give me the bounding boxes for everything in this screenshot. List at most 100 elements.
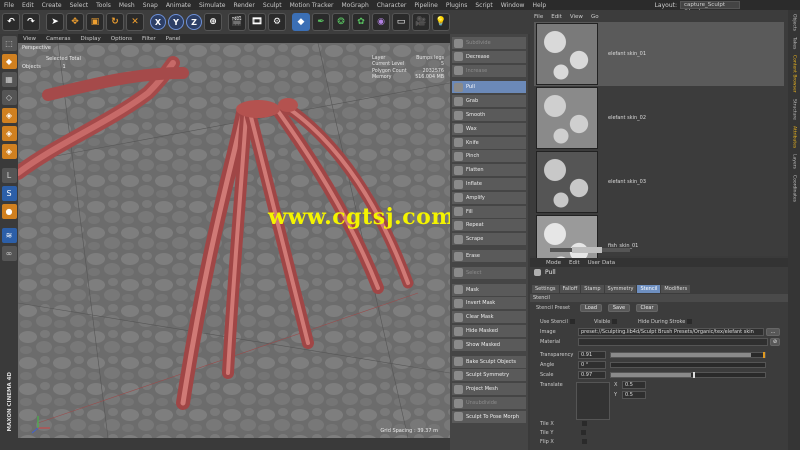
texture-thumbnail[interactable]: [536, 23, 598, 85]
brush-erase[interactable]: Erase: [452, 250, 526, 262]
viewport-menu-cameras[interactable]: Cameras: [41, 36, 75, 42]
tab-falloff[interactable]: Falloff: [559, 285, 581, 293]
brush-show-masked[interactable]: Show Masked: [452, 338, 526, 351]
menu-file[interactable]: File: [0, 2, 18, 9]
recent-tool-icon[interactable]: ✕: [126, 13, 144, 31]
menu-plugins[interactable]: Plugins: [442, 2, 472, 9]
locked-workplane-icon[interactable]: ●: [1, 204, 17, 219]
manager-tab-layers[interactable]: Layers: [792, 154, 797, 169]
workplane-icon[interactable]: ◇: [1, 90, 17, 105]
manager-tab-attributes[interactable]: Attributes: [792, 126, 797, 148]
menu-tools[interactable]: Tools: [92, 2, 115, 9]
subdivision-surface-icon[interactable]: ❂: [332, 13, 350, 31]
menu-create[interactable]: Create: [38, 2, 66, 9]
layers-icon[interactable]: ≋: [1, 228, 17, 243]
tile-y-checkbox[interactable]: Tile Y: [540, 430, 587, 436]
menu-snap[interactable]: Snap: [139, 2, 162, 9]
menu-pipeline[interactable]: Pipeline: [410, 2, 441, 9]
thumbnail-size-knob[interactable]: [572, 247, 602, 253]
brush-sculpt-to-pose-morph[interactable]: Sculpt To Pose Morph: [452, 410, 526, 423]
layout-dropdown[interactable]: capture_Sculpt (User): [680, 1, 740, 15]
render-view-icon[interactable]: 🎬: [228, 13, 246, 31]
axis-x-button[interactable]: X: [150, 14, 166, 30]
brush-sculpt-symmetry[interactable]: Sculpt Symmetry: [452, 369, 526, 382]
brush-decrease[interactable]: Decrease: [452, 50, 526, 63]
attribute-menu-edit[interactable]: Edit: [565, 260, 584, 266]
menu-animate[interactable]: Animate: [162, 2, 195, 9]
hide-during-stroke-checkbox[interactable]: Hide During Stroke: [638, 319, 693, 325]
brush-repeat[interactable]: Repeat: [452, 219, 526, 232]
content-browser-menu-edit[interactable]: Edit: [547, 14, 566, 20]
angle-field[interactable]: 0 °: [578, 361, 606, 369]
brush-hide-masked[interactable]: Hide Masked: [452, 325, 526, 337]
brush-project-mesh[interactable]: Project Mesh: [452, 383, 526, 396]
viewport-menu-display[interactable]: Display: [76, 36, 106, 42]
menu-character[interactable]: Character: [373, 2, 411, 9]
brush-inflate[interactable]: Inflate: [452, 178, 526, 190]
attribute-menu-user-data[interactable]: User Data: [584, 260, 619, 266]
manager-tab-structure[interactable]: Structure: [792, 99, 797, 120]
brush-scrape[interactable]: Scrape: [452, 233, 526, 246]
texture-item[interactable]: elefant skin_02: [534, 86, 784, 150]
brush-knife[interactable]: Knife: [452, 136, 526, 149]
texture-item[interactable]: elefant skin_03: [534, 150, 784, 214]
texture-thumbnail[interactable]: [536, 87, 598, 149]
coordinate-system-icon[interactable]: ⊕: [204, 13, 222, 31]
use-stencil-checkbox[interactable]: Use Stencil: [540, 319, 575, 325]
model-mode-icon[interactable]: ◆: [1, 54, 17, 69]
viewport-menu-panel[interactable]: Panel: [161, 36, 186, 42]
tile-x-checkbox[interactable]: Tile X: [540, 421, 587, 427]
menu-edit[interactable]: Edit: [18, 2, 38, 9]
attribute-menu-mode[interactable]: Mode: [542, 260, 565, 266]
tab-settings[interactable]: Settings: [532, 285, 559, 293]
material-field[interactable]: [578, 338, 768, 346]
content-browser-menu-file[interactable]: File: [530, 14, 547, 20]
visible-checkbox[interactable]: Visible: [594, 319, 618, 325]
tab-modifiers[interactable]: Modifiers: [661, 285, 691, 293]
brush-increase[interactable]: Increase: [452, 64, 526, 77]
axis-z-button[interactable]: Z: [186, 14, 202, 30]
brush-amplify[interactable]: Amplify: [452, 191, 526, 204]
menu-help[interactable]: Help: [528, 2, 550, 9]
menu-motion-tracker[interactable]: Motion Tracker: [286, 2, 338, 9]
translate-pad[interactable]: [576, 382, 610, 420]
menu-select[interactable]: Select: [66, 2, 93, 9]
menu-script[interactable]: Script: [471, 2, 496, 9]
redo-icon[interactable]: ↷: [22, 13, 40, 31]
brush-mask[interactable]: Mask: [452, 283, 526, 296]
light-icon[interactable]: 💡: [432, 13, 450, 31]
axis-mode-icon[interactable]: L: [1, 168, 17, 183]
scale-slider[interactable]: [610, 372, 766, 378]
transparency-slider[interactable]: [610, 352, 766, 358]
make-editable-icon[interactable]: ⬚: [1, 36, 17, 51]
edges-mode-icon[interactable]: ◈: [1, 126, 17, 141]
manager-tab-takes[interactable]: Takes: [792, 37, 797, 49]
brush-smooth[interactable]: Smooth: [452, 109, 526, 121]
translate-y-field[interactable]: 0.5: [622, 391, 646, 399]
manager-tab-content-browser[interactable]: Content Browser: [792, 55, 797, 93]
viewport-menu-filter[interactable]: Filter: [137, 36, 161, 42]
camera-icon[interactable]: 🎥: [412, 13, 430, 31]
perspective-viewport[interactable]: View Cameras Display Options Filter Panel: [18, 34, 450, 438]
save-button[interactable]: Save: [608, 304, 630, 312]
render-picture-viewer-icon[interactable]: 🎞: [248, 13, 266, 31]
manager-tab-coordinates[interactable]: Coordinates: [792, 175, 797, 202]
load-button[interactable]: Load: [580, 304, 602, 312]
spin-icon[interactable]: ∞: [1, 246, 17, 261]
spline-pen-icon[interactable]: ✒: [312, 13, 330, 31]
flip-x-checkbox[interactable]: Flip X: [540, 439, 587, 445]
undo-icon[interactable]: ↶: [2, 13, 20, 31]
menu-mesh[interactable]: Mesh: [115, 2, 139, 9]
cloner-icon[interactable]: ✿: [352, 13, 370, 31]
polygons-mode-icon[interactable]: ◈: [1, 144, 17, 159]
render-settings-icon[interactable]: ⚙: [268, 13, 286, 31]
manager-tab-objects[interactable]: Objects: [792, 14, 797, 31]
menu-render[interactable]: Render: [229, 2, 258, 9]
rotate-icon[interactable]: ↻: [106, 13, 124, 31]
thumbnail-size-slider[interactable]: [550, 247, 630, 253]
tab-symmetry[interactable]: Symmetry: [604, 285, 637, 293]
menu-window[interactable]: Window: [497, 2, 529, 9]
translate-x-field[interactable]: 0.5: [622, 381, 646, 389]
brush-invert-mask[interactable]: Invert Mask: [452, 297, 526, 310]
texture-mode-icon[interactable]: ▦: [1, 72, 17, 87]
